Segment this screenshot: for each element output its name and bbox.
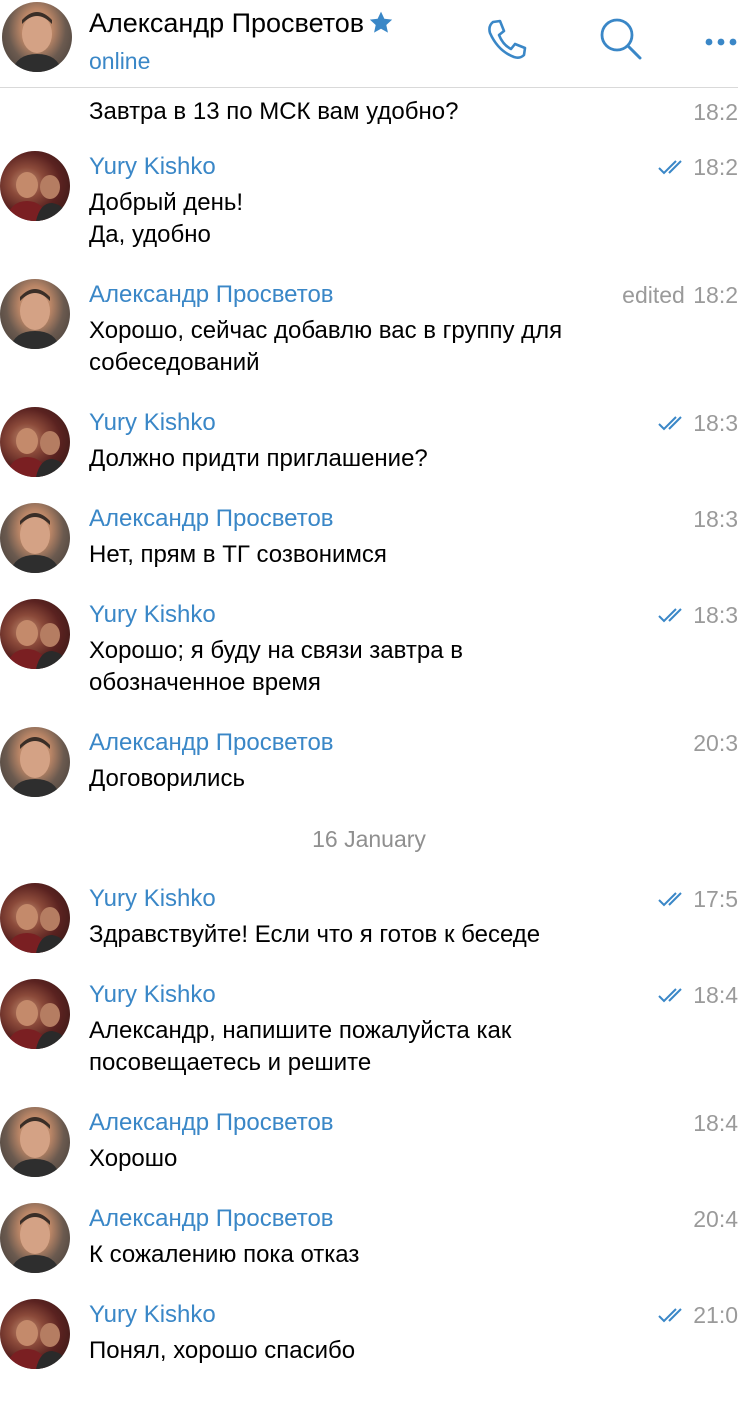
sender-avatar[interactable] xyxy=(0,979,70,1049)
message-text: Понял, хорошо спасибо xyxy=(89,1337,356,1364)
message-text: Завтра в 13 по МСК вам удобно? xyxy=(89,98,459,125)
phone-icon[interactable] xyxy=(484,16,530,67)
sender-name[interactable]: Yury Kishko xyxy=(89,883,216,915)
date-separator: 16 January xyxy=(312,826,426,852)
chat-title[interactable]: Александр Просветов online xyxy=(89,6,394,75)
sender-avatar[interactable] xyxy=(0,503,70,573)
message-meta: 18:3 xyxy=(693,506,738,532)
message-time: 18:2 xyxy=(693,99,738,125)
sender-avatar[interactable] xyxy=(0,883,70,953)
sender-name[interactable]: Александр Просветов xyxy=(89,1203,334,1235)
sender-avatar[interactable] xyxy=(0,1107,70,1177)
message-meta: 18:3 xyxy=(657,599,738,631)
message-meta: 18:3 xyxy=(657,407,738,439)
message-text: Должно придти приглашение? xyxy=(89,445,428,472)
message-text: Александр, напишите пожалуйста как посов… xyxy=(89,1017,512,1076)
message-text: Нет, прям в ТГ созвонимся xyxy=(89,541,387,568)
message-text: Договорились xyxy=(89,765,245,792)
sender-avatar[interactable] xyxy=(0,1299,70,1369)
sender-name[interactable]: Yury Kishko xyxy=(89,151,216,183)
contact-name: Александр Просветов xyxy=(89,8,365,38)
read-check-icon xyxy=(657,1299,689,1331)
chat-header: Александр Просветов online xyxy=(0,0,738,88)
message-text: Добрый день! Да, удобно xyxy=(89,189,244,248)
message-meta: 21:0 xyxy=(657,1299,738,1331)
message-meta: 18:4 xyxy=(657,979,738,1011)
sender-name[interactable]: Yury Kishko xyxy=(89,979,216,1011)
message-text: Здравствуйте! Если что я готов к беседе xyxy=(89,921,541,948)
sender-avatar[interactable] xyxy=(0,1203,70,1273)
message-text: К сожалению пока отказ xyxy=(89,1241,360,1268)
contact-avatar[interactable] xyxy=(2,2,72,72)
read-check-icon xyxy=(657,599,689,631)
edited-label: edited xyxy=(622,282,685,308)
sender-avatar[interactable] xyxy=(0,727,70,797)
read-check-icon xyxy=(657,407,689,439)
search-icon[interactable] xyxy=(598,16,644,67)
message-meta: 20:4 xyxy=(693,1206,738,1232)
message-text: Хорошо; я буду на связи завтра в обознач… xyxy=(89,637,463,696)
sender-avatar[interactable] xyxy=(0,599,70,669)
sender-name[interactable]: Александр Просветов xyxy=(89,279,334,311)
sender-name[interactable]: Yury Kishko xyxy=(89,599,216,631)
message-meta: 17:5 xyxy=(657,883,738,915)
star-icon xyxy=(368,10,394,44)
message-text: Хорошо, сейчас добавлю вас в группу для … xyxy=(89,317,563,376)
sender-name[interactable]: Александр Просветов xyxy=(89,1107,334,1139)
sender-name[interactable]: Yury Kishko xyxy=(89,1299,216,1331)
sender-avatar[interactable] xyxy=(0,151,70,221)
more-icon[interactable] xyxy=(704,34,738,52)
sender-avatar[interactable] xyxy=(0,279,70,349)
sender-name[interactable]: Александр Просветов xyxy=(89,727,334,759)
read-check-icon xyxy=(657,979,689,1011)
message-meta: 18:2 xyxy=(657,151,738,183)
sender-avatar[interactable] xyxy=(0,407,70,477)
read-check-icon xyxy=(657,151,689,183)
sender-name[interactable]: Yury Kishko xyxy=(89,407,216,439)
contact-status: online xyxy=(89,48,151,74)
read-check-icon xyxy=(657,883,689,915)
sender-name[interactable]: Александр Просветов xyxy=(89,503,334,535)
message-meta: 20:3 xyxy=(693,730,738,756)
message-meta: edited 18:2 xyxy=(622,282,738,308)
message-text: Хорошо xyxy=(89,1145,178,1172)
message-meta: 18:4 xyxy=(693,1110,738,1136)
